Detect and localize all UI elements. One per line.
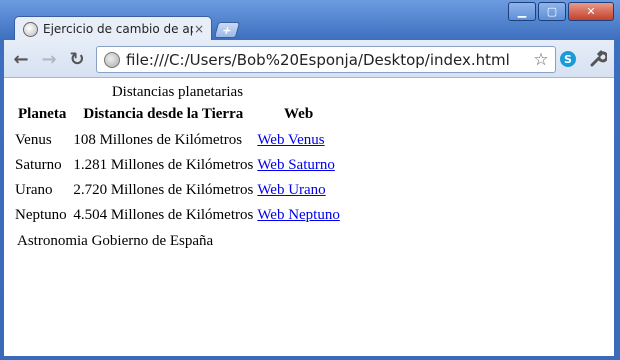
svg-text:S: S <box>564 53 572 66</box>
header-distance: Distancia desde la Tierra <box>83 106 244 122</box>
planet-cell: Urano <box>15 182 53 198</box>
planet-cell: Venus <box>15 132 52 148</box>
planet-table: Distancias planetarias Planeta Distancia… <box>12 84 343 231</box>
planet-cell: Neptuno <box>15 207 67 223</box>
address-bar[interactable]: file:///C:/Users/Bob%20Esponja/Desktop/i… <box>96 46 556 73</box>
globe-icon <box>104 51 120 68</box>
footer-text: Astronomia Gobierno de España <box>17 233 214 249</box>
web-cell: Web Urano <box>256 181 341 204</box>
skype-extension-icon[interactable]: S <box>558 49 578 69</box>
web-cell: Web Venus <box>256 131 341 154</box>
distance-cell: 108 Millones de Kilómetros <box>73 132 243 148</box>
page-content: Distancias planetarias Planeta Distancia… <box>4 78 614 356</box>
table-row: Saturno 1.281 Millones de Kilómetros Web… <box>14 156 341 179</box>
browser-tab[interactable]: Ejercicio de cambio de apar × <box>14 16 212 41</box>
table-row: Urano 2.720 Millones de Kilómetros Web U… <box>14 181 341 204</box>
close-window-button[interactable]: ✕ <box>568 2 614 21</box>
distance-cell: 4.504 Millones de Kilómetros <box>73 207 254 223</box>
web-link[interactable]: Web Neptuno <box>257 207 340 223</box>
forward-arrow-icon[interactable]: → <box>38 48 60 70</box>
web-link[interactable]: Web Urano <box>257 182 325 198</box>
reload-icon[interactable]: ↻ <box>66 48 88 70</box>
table-row: Neptuno 4.504 Millones de Kilómetros Web… <box>14 206 341 229</box>
header-planet: Planeta <box>18 106 67 122</box>
minimize-button[interactable]: ▁ <box>508 2 536 21</box>
web-cell: Web Neptuno <box>256 206 341 229</box>
table-row: Venus 108 Millones de Kilómetros Web Ven… <box>14 131 341 154</box>
wrench-menu-icon[interactable] <box>588 49 608 69</box>
web-link[interactable]: Web Venus <box>257 132 324 148</box>
planet-cell: Saturno <box>15 157 62 173</box>
distance-cell: 1.281 Millones de Kilómetros <box>73 157 254 173</box>
table-caption: Distancias planetarias <box>111 84 244 100</box>
web-link[interactable]: Web Saturno <box>257 157 335 173</box>
web-cell: Web Saturno <box>256 156 341 179</box>
browser-toolbar: ← → ↻ file:///C:/Users/Bob%20Esponja/Des… <box>4 40 614 78</box>
back-arrow-icon[interactable]: ← <box>10 48 32 70</box>
star-icon[interactable]: ☆ <box>531 50 551 70</box>
header-web: Web <box>284 106 314 122</box>
window-controls: ▁ ▢ ✕ <box>508 2 614 21</box>
table-header-row: Planeta Distancia desde la Tierra Web <box>14 105 341 129</box>
tab-close-icon[interactable]: × <box>193 22 205 36</box>
page-favicon-icon <box>23 21 38 37</box>
distance-cell: 2.720 Millones de Kilómetros <box>73 182 254 198</box>
browser-window: ▁ ▢ ✕ Ejercicio de cambio de apar × + ← … <box>0 0 620 360</box>
url-text[interactable]: file:///C:/Users/Bob%20Esponja/Desktop/i… <box>126 51 531 69</box>
new-tab-button[interactable]: + <box>213 22 241 38</box>
maximize-button[interactable]: ▢ <box>538 2 566 21</box>
tab-title: Ejercicio de cambio de apar <box>43 22 193 36</box>
